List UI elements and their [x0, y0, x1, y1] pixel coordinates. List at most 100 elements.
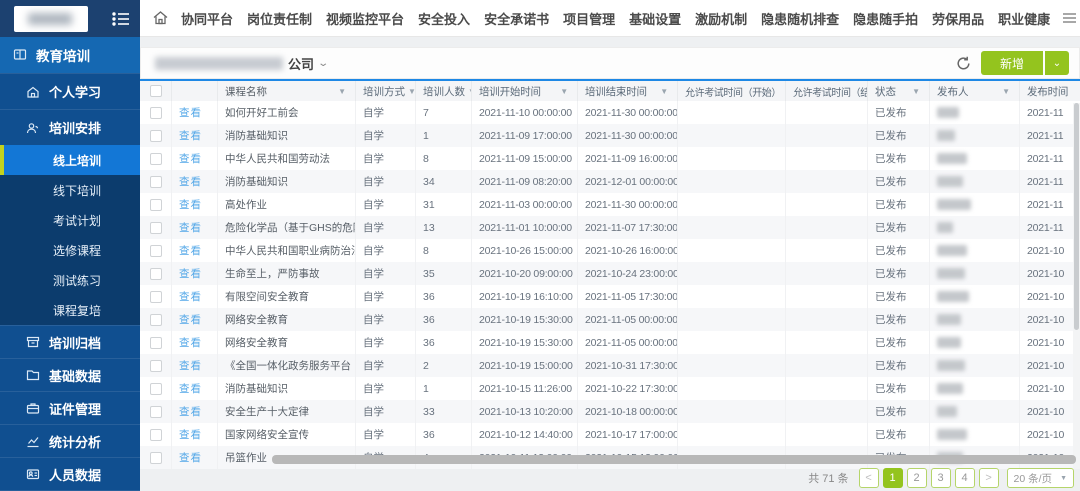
- sort-caret-icon[interactable]: ▼: [560, 87, 568, 96]
- top-nav-item[interactable]: 劳保用品: [932, 9, 984, 28]
- home-icon[interactable]: [152, 10, 169, 26]
- sidebar-subitem-exam-plan[interactable]: 考试计划: [0, 205, 140, 235]
- page-button-2[interactable]: 2: [907, 468, 927, 488]
- view-link[interactable]: 查看: [179, 450, 202, 465]
- publisher-name-redacted: [937, 360, 965, 371]
- row-checkbox[interactable]: [150, 291, 162, 303]
- view-link[interactable]: 查看: [179, 358, 202, 373]
- sidebar-item-personnel-data[interactable]: 人员数据: [0, 457, 140, 490]
- page-button-1[interactable]: 1: [883, 468, 903, 488]
- column-header-publish-time[interactable]: 发布时间: [1020, 81, 1080, 101]
- row-checkbox[interactable]: [150, 406, 162, 418]
- row-checkbox[interactable]: [150, 429, 162, 441]
- column-header-publisher[interactable]: 发布人▼: [930, 81, 1020, 101]
- row-checkbox[interactable]: [150, 360, 162, 372]
- trainee-count-cell: 36: [416, 423, 472, 446]
- sidebar-item-training-arrangement[interactable]: 培训安排: [0, 109, 140, 145]
- sort-caret-icon[interactable]: ▼: [338, 87, 346, 96]
- end-time-cell: 2021-10-31 17:30:00: [578, 354, 678, 377]
- top-nav-item[interactable]: 项目管理: [563, 9, 615, 28]
- menu-list-icon[interactable]: [112, 11, 130, 27]
- add-button[interactable]: 新增: [981, 51, 1043, 75]
- column-header-exam-start[interactable]: 允许考试时间（开始）▼: [678, 81, 786, 101]
- add-dropdown-button[interactable]: ⌄: [1045, 51, 1069, 75]
- row-checkbox[interactable]: [150, 130, 162, 142]
- top-nav-item[interactable]: 安全承诺书: [484, 9, 549, 28]
- sidebar-item-basic-data[interactable]: 基础数据: [0, 358, 140, 391]
- row-checkbox[interactable]: [150, 199, 162, 211]
- top-nav-item[interactable]: 隐患随手拍: [853, 9, 918, 28]
- statistics-icon: [26, 434, 40, 448]
- sort-caret-icon[interactable]: ▼: [912, 87, 920, 96]
- top-nav-item[interactable]: 协同平台: [181, 9, 233, 28]
- sidebar-subitem-online-training[interactable]: 线上培训: [0, 145, 140, 175]
- horizontal-scrollbar[interactable]: [272, 455, 1076, 464]
- status-cell: 已发布: [868, 239, 930, 262]
- view-link[interactable]: 查看: [179, 151, 202, 166]
- top-nav-item[interactable]: 安全投入: [418, 9, 470, 28]
- view-link[interactable]: 查看: [179, 381, 202, 396]
- column-header-training-method[interactable]: 培训方式▼: [356, 81, 416, 101]
- prev-page-button[interactable]: <: [859, 468, 879, 488]
- sidebar-subitem-offline-training[interactable]: 线下培训: [0, 175, 140, 205]
- row-checkbox[interactable]: [150, 176, 162, 188]
- view-link[interactable]: 查看: [179, 243, 202, 258]
- view-link[interactable]: 查看: [179, 312, 202, 327]
- company-name-redacted: [155, 57, 283, 70]
- top-nav-item[interactable]: 职业健康: [998, 9, 1050, 28]
- next-page-button[interactable]: >: [979, 468, 999, 488]
- sort-caret-icon[interactable]: ▼: [660, 87, 668, 96]
- vertical-scrollbar-thumb[interactable]: [1074, 103, 1079, 330]
- top-nav-item[interactable]: 隐患随机排查: [761, 9, 839, 28]
- refresh-icon[interactable]: [956, 56, 971, 71]
- row-checkbox[interactable]: [150, 153, 162, 165]
- sidebar-item-personal-learning[interactable]: 个人学习: [0, 73, 140, 109]
- view-link[interactable]: 查看: [179, 266, 202, 281]
- sort-caret-icon[interactable]: ▼: [408, 87, 416, 96]
- view-link[interactable]: 查看: [179, 220, 202, 235]
- more-menu-icon[interactable]: [1062, 12, 1077, 24]
- row-checkbox[interactable]: [150, 107, 162, 119]
- view-link[interactable]: 查看: [179, 427, 202, 442]
- exam-end-cell: [786, 147, 868, 170]
- top-nav-item[interactable]: 基础设置: [629, 9, 681, 28]
- view-link[interactable]: 查看: [179, 197, 202, 212]
- column-header-exam-end[interactable]: 允许考试时间（结束）▼: [786, 81, 868, 101]
- data-table: 课程名称▼ 培训方式▼ 培训人数▼ 培训开始时间▼ 培训结束时间▼ 允许考试时间…: [140, 79, 1080, 469]
- row-checkbox-cell: [140, 354, 172, 377]
- view-link[interactable]: 查看: [179, 174, 202, 189]
- column-header-status[interactable]: 状态▼: [868, 81, 930, 101]
- sidebar-subitem-elective-courses[interactable]: 选修课程: [0, 235, 140, 265]
- view-link[interactable]: 查看: [179, 335, 202, 350]
- row-checkbox[interactable]: [150, 452, 162, 464]
- sort-caret-icon[interactable]: ▼: [1002, 87, 1010, 96]
- column-header-course-name[interactable]: 课程名称▼: [218, 81, 356, 101]
- select-all-checkbox[interactable]: [150, 85, 162, 97]
- sidebar-item-training-archive[interactable]: 培训归档: [0, 325, 140, 358]
- view-link[interactable]: 查看: [179, 105, 202, 120]
- sidebar-subitem-course-retraining[interactable]: 课程复培: [0, 295, 140, 325]
- row-checkbox[interactable]: [150, 245, 162, 257]
- row-checkbox-cell: [140, 331, 172, 354]
- top-nav-item[interactable]: 视频监控平台: [326, 9, 404, 28]
- view-link[interactable]: 查看: [179, 128, 202, 143]
- top-nav-item[interactable]: 岗位责任制: [247, 9, 312, 28]
- company-selector[interactable]: 公司 ⌄: [155, 54, 327, 73]
- column-header-end-time[interactable]: 培训结束时间▼: [578, 81, 678, 101]
- page-button-4[interactable]: 4: [955, 468, 975, 488]
- view-link[interactable]: 查看: [179, 289, 202, 304]
- row-checkbox[interactable]: [150, 314, 162, 326]
- column-header-start-time[interactable]: 培训开始时间▼: [472, 81, 578, 101]
- page-button-3[interactable]: 3: [931, 468, 951, 488]
- row-checkbox[interactable]: [150, 337, 162, 349]
- column-header-trainee-count[interactable]: 培训人数▼: [416, 81, 472, 101]
- sidebar-subitem-test-practice[interactable]: 测试练习: [0, 265, 140, 295]
- row-checkbox[interactable]: [150, 268, 162, 280]
- sidebar-item-statistics-analysis[interactable]: 统计分析: [0, 424, 140, 457]
- sidebar-item-certificate-management[interactable]: 证件管理: [0, 391, 140, 424]
- view-link[interactable]: 查看: [179, 404, 202, 419]
- top-nav-item[interactable]: 激励机制: [695, 9, 747, 28]
- row-checkbox[interactable]: [150, 222, 162, 234]
- row-checkbox[interactable]: [150, 383, 162, 395]
- page-size-selector[interactable]: 20 条/页▼: [1007, 468, 1074, 488]
